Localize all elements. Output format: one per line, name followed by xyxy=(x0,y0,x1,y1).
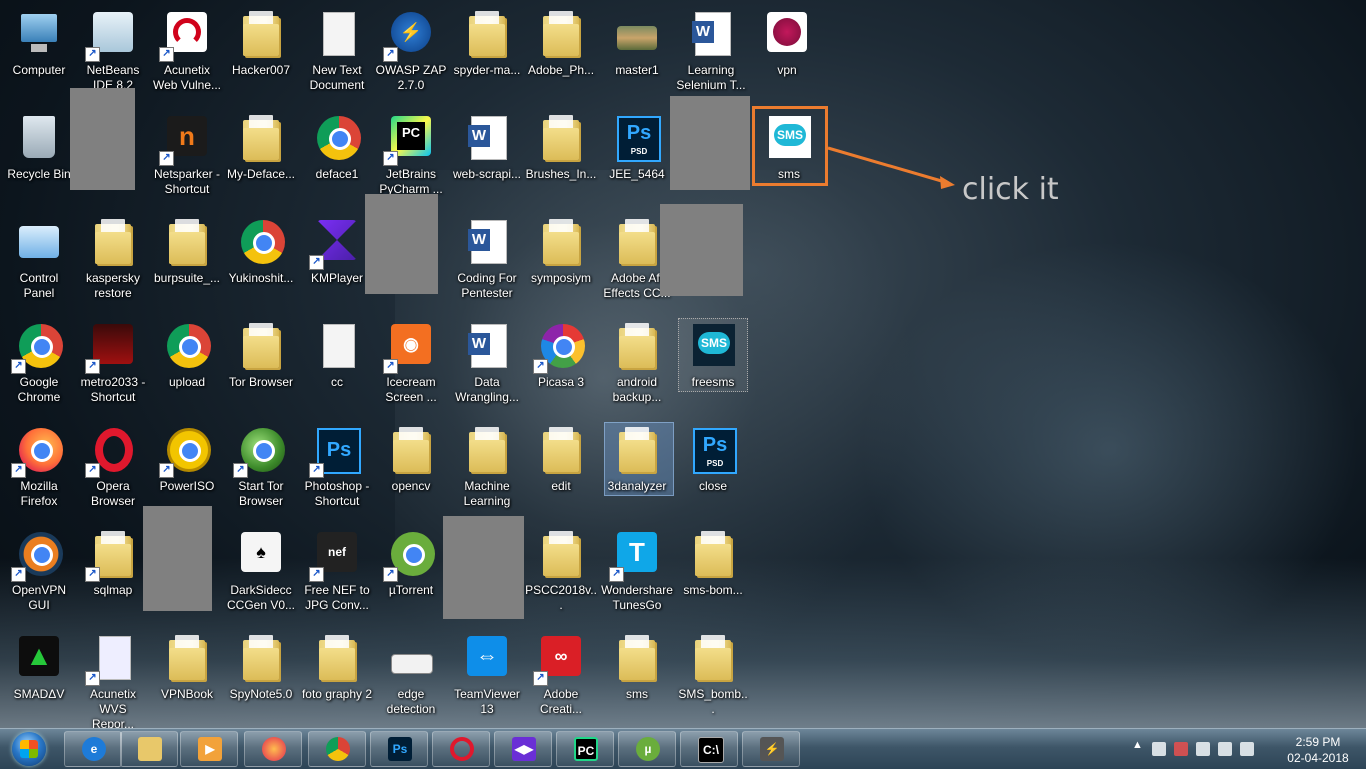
volume-icon[interactable] xyxy=(1240,742,1254,756)
taskbar-pycharm[interactable]: PC xyxy=(556,731,614,767)
opera-icon xyxy=(450,737,474,761)
kmplayer-icon: ◀▶ xyxy=(512,737,536,761)
folder-icon xyxy=(138,737,162,761)
pycharm-icon: PC xyxy=(574,737,598,761)
photoshop-icon: Ps xyxy=(388,737,412,761)
device-icon[interactable] xyxy=(1196,742,1210,756)
taskbar-google-chrome[interactable] xyxy=(308,731,366,767)
show-hidden-icons-icon[interactable]: ▲ xyxy=(1132,739,1143,751)
burp-suite-icon: ⚡ xyxy=(760,737,784,761)
clock-time[interactable]: 2:59 PM xyxy=(1278,735,1358,749)
clock-date[interactable]: 02-04-2018 xyxy=(1278,751,1358,765)
taskbar-firefox[interactable] xyxy=(244,731,302,767)
taskbar-media-player[interactable]: ▶ xyxy=(180,731,238,767)
system-tray: ▲ 2:59 PM 02-04-2018 xyxy=(1128,729,1366,769)
taskbar-windows-explorer[interactable] xyxy=(120,731,178,767)
media-player-icon: ▶ xyxy=(198,737,222,761)
network-icon[interactable] xyxy=(1152,742,1166,756)
taskbar-command-prompt[interactable]: C:\ xyxy=(680,731,738,767)
taskbar-internet-explorer[interactable]: e xyxy=(64,731,122,767)
desktop: Computer ↗ NetBeans IDE 8.2 ↗ Acunetix Web… xyxy=(0,0,1366,728)
start-button[interactable] xyxy=(4,730,54,768)
taskbar: e ▶ Ps ◀▶ PC µ C:\ ⚡ ▲ 2:59 PM 02-04-201… xyxy=(0,728,1366,769)
annotation-text: click it xyxy=(962,172,1059,207)
internet-explorer-icon: e xyxy=(82,737,106,761)
windows-logo-icon xyxy=(20,740,38,758)
taskbar-opera[interactable] xyxy=(432,731,490,767)
taskbar-burp-suite[interactable]: ⚡ xyxy=(742,731,800,767)
chrome-icon xyxy=(326,737,350,761)
annotation-arrow xyxy=(827,146,955,189)
utorrent-icon: µ xyxy=(636,737,660,761)
taskbar-kmplayer[interactable]: ◀▶ xyxy=(494,731,552,767)
taskbar-utorrent[interactable]: µ xyxy=(618,731,676,767)
security-alert-icon[interactable] xyxy=(1174,742,1188,756)
taskbar-photoshop[interactable]: Ps xyxy=(370,731,428,767)
command-prompt-icon: C:\ xyxy=(698,737,724,763)
battery-icon[interactable] xyxy=(1218,742,1232,756)
firefox-icon xyxy=(262,737,286,761)
